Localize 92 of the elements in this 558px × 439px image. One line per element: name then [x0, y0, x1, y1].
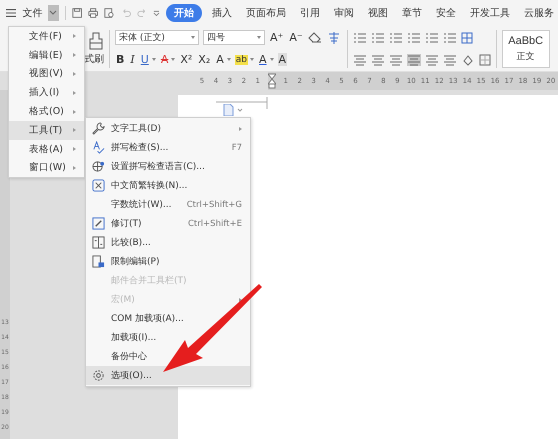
- menu-icon[interactable]: [6, 8, 16, 18]
- ribbon-tab[interactable]: 视图: [364, 4, 392, 22]
- caret-icon[interactable]: [226, 58, 231, 61]
- save-icon[interactable]: [72, 7, 82, 19]
- menu-item[interactable]: 限制编辑(P): [86, 252, 250, 271]
- spellcheck-icon: [92, 141, 104, 154]
- paragraph-tool-icon[interactable]: [424, 32, 439, 44]
- shortcut-label: Ctrl+Shift+G: [186, 200, 242, 210]
- alignment-icon[interactable]: [370, 54, 385, 66]
- ribbon-tab[interactable]: 云服务: [520, 4, 558, 22]
- menu-item[interactable]: 拼写检查(S)... F7: [86, 138, 250, 157]
- menu-item[interactable]: 工具(T): [9, 120, 84, 140]
- alignment-icon[interactable]: [352, 54, 367, 66]
- document-icon[interactable]: [223, 104, 245, 116]
- ribbon-tab[interactable]: 开始: [166, 4, 202, 22]
- menu-item[interactable]: 表格(A): [9, 140, 84, 159]
- menu-item[interactable]: 中文简繁转换(N)...: [86, 176, 250, 195]
- border-icon[interactable]: [478, 54, 491, 66]
- menu-item[interactable]: 文件(F): [9, 27, 84, 46]
- ribbon-tab[interactable]: 引用: [296, 4, 324, 22]
- font-format-button[interactable]: A: [258, 53, 268, 66]
- grow-font-button[interactable]: A⁺: [269, 31, 284, 44]
- menu-item[interactable]: 设置拼写检查语言(C)...: [86, 157, 250, 176]
- style-gallery-item[interactable]: AaBbC 正文: [502, 30, 550, 68]
- alignment-icon[interactable]: [442, 54, 457, 66]
- file-menu-label[interactable]: 文件: [22, 6, 42, 20]
- font-size-field[interactable]: 四号: [203, 30, 265, 45]
- paragraph-tool-icon[interactable]: [370, 32, 385, 44]
- margin-corner-mark: [216, 97, 268, 109]
- file-dropdown-button[interactable]: [48, 5, 59, 21]
- customize-caret-icon[interactable]: [153, 9, 160, 17]
- caret-icon[interactable]: [171, 58, 176, 61]
- caret-icon: [49, 10, 58, 16]
- ribbon-tab[interactable]: 插入: [208, 4, 236, 22]
- shading-icon[interactable]: [460, 54, 475, 66]
- menu-item[interactable]: 备份中心: [86, 347, 250, 366]
- font-format-button[interactable]: A: [215, 53, 225, 66]
- print-preview-icon[interactable]: [104, 7, 114, 19]
- menu-item[interactable]: 比较(B)...: [86, 233, 250, 252]
- caret-icon: [257, 36, 261, 39]
- paragraph-tool-icon[interactable]: [388, 32, 403, 44]
- menu-item[interactable]: 窗口(W): [9, 158, 84, 178]
- wrench-icon: [92, 122, 104, 135]
- font-format-button[interactable]: ab: [234, 54, 248, 64]
- globe-icon: [92, 160, 104, 173]
- font-format-button[interactable]: U: [140, 53, 150, 66]
- format-painter-label[interactable]: 式刷: [84, 52, 104, 66]
- print-icon[interactable]: [88, 7, 98, 19]
- ribbon-tab[interactable]: 章节: [398, 4, 426, 22]
- menu-item[interactable]: 文字工具(D): [86, 119, 250, 138]
- table-icon[interactable]: [460, 32, 473, 44]
- alignment-icon[interactable]: [388, 54, 403, 66]
- menu-item[interactable]: 字数统计(W)... Ctrl+Shift+G: [86, 195, 250, 214]
- indent-marker-icon[interactable]: [268, 73, 276, 89]
- paragraph-tool-icon[interactable]: [406, 32, 421, 44]
- font-format-button[interactable]: A: [160, 53, 170, 66]
- compare-icon: [92, 236, 104, 249]
- shortcut-label: Ctrl+Shift+E: [188, 218, 242, 228]
- caret-icon: [191, 36, 195, 39]
- menu-item[interactable]: 插入(I): [9, 83, 84, 102]
- menu-item[interactable]: 选项(O)...: [86, 366, 250, 385]
- settings-icon: [92, 369, 104, 382]
- format-painter-icon[interactable]: [88, 32, 104, 50]
- eraser-icon[interactable]: [308, 32, 322, 44]
- font-format-button[interactable]: B: [115, 53, 126, 66]
- lock-document-icon: [92, 255, 104, 268]
- menu-item[interactable]: 加载项(I)...: [86, 328, 250, 347]
- paragraph-tool-icon[interactable]: [352, 32, 367, 44]
- convert-icon: [92, 179, 104, 192]
- alignment-icon[interactable]: [406, 54, 421, 66]
- shortcut-label: F7: [232, 142, 242, 152]
- menu-item[interactable]: 编辑(E): [9, 46, 84, 65]
- font-name-field[interactable]: 宋体 (正文): [115, 30, 199, 45]
- paragraph-tool-icon[interactable]: [442, 32, 457, 44]
- font-format-button[interactable]: A: [278, 53, 288, 66]
- edit-document-icon: [92, 217, 104, 230]
- caret-icon[interactable]: [152, 58, 156, 61]
- caret-icon[interactable]: [250, 58, 254, 61]
- menu-item[interactable]: 格式(O): [9, 102, 84, 121]
- font-format-button[interactable]: X²: [179, 53, 194, 66]
- caret-icon[interactable]: [270, 58, 274, 61]
- menu-item[interactable]: 视图(V): [9, 64, 84, 84]
- shrink-font-button[interactable]: A⁻: [288, 31, 304, 44]
- ribbon-tab[interactable]: 安全: [432, 4, 460, 22]
- alignment-icon[interactable]: [424, 54, 439, 66]
- font-format-button[interactable]: I: [129, 53, 136, 66]
- menu-item[interactable]: 修订(T) Ctrl+Shift+E: [86, 214, 250, 233]
- ribbon-tab[interactable]: 审阅: [330, 4, 358, 22]
- ribbon-tab[interactable]: 开发工具: [466, 4, 514, 22]
- menu-item[interactable]: COM 加载项(A)...: [86, 309, 250, 328]
- ribbon-tab[interactable]: 页面布局: [242, 4, 290, 22]
- font-format-button[interactable]: X₂: [197, 53, 212, 66]
